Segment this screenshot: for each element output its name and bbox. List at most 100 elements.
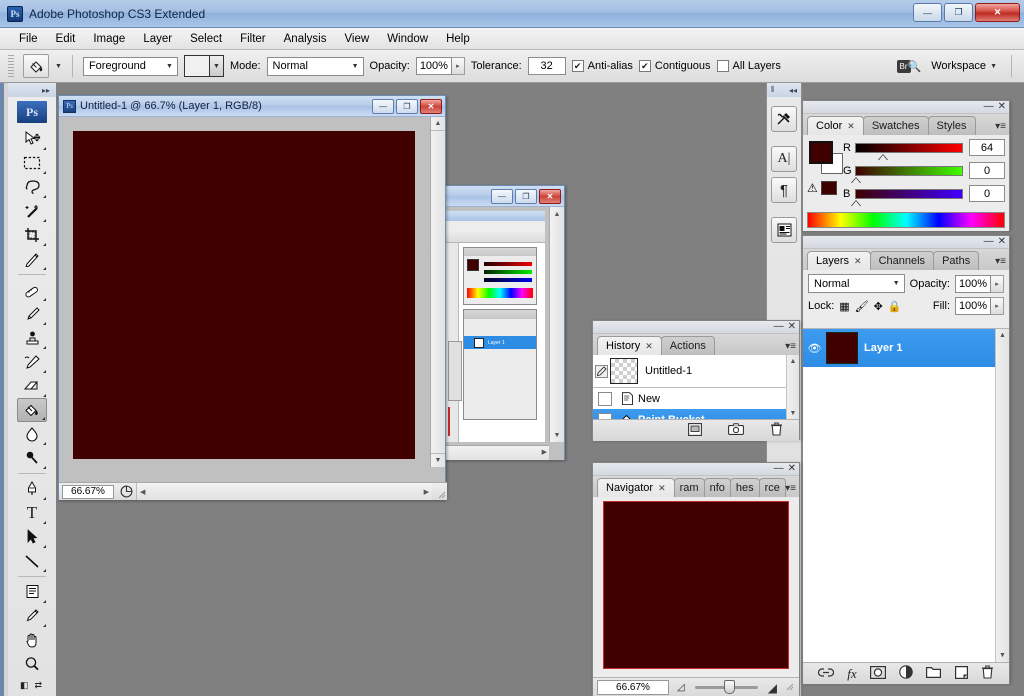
history-palette[interactable]: — ✕ History ✕ Actions ▾≡ Untitled-1 New … [592,320,800,441]
history-palette-menu-icon[interactable]: ▾≡ [785,341,796,352]
bg-doc-close-button[interactable]: ✕ [539,188,561,204]
navigator-palette-menu-icon[interactable]: ▾≡ [785,483,796,494]
tab-channels[interactable]: Channels [869,251,935,270]
history-snapshot-thumbnail[interactable] [610,358,638,384]
out-of-gamut-warning-icon[interactable]: ⚠ [807,181,818,195]
line-shape-tool[interactable] [17,549,47,573]
color-spectrum-ramp[interactable] [807,212,1005,228]
color-channel-b[interactable]: B 0 [843,185,1005,206]
blend-mode-select[interactable]: Normal ▼ [266,56,364,76]
channel-b-input[interactable]: 0 [969,185,1005,202]
paint-bucket-icon[interactable] [23,54,49,78]
bridge-button[interactable]: Br 🔍 [896,59,921,73]
magic-wand-tool[interactable] [17,199,47,223]
history-minimize-icon[interactable]: — [774,321,784,332]
tab-layers[interactable]: Layers ✕ [807,251,871,270]
close-button[interactable]: ✕ [975,3,1020,22]
menu-window[interactable]: Window [378,30,437,48]
doc-close-button[interactable]: ✕ [420,98,442,114]
minimize-button[interactable]: — [913,3,942,22]
scroll-down-icon[interactable]: ▼ [431,453,445,467]
tab-actions[interactable]: Actions [660,336,715,355]
layers-minimize-icon[interactable]: — [984,236,994,247]
document-zoom-input[interactable]: 66.67% [62,484,114,499]
layers-palette-menu-icon[interactable]: ▾≡ [995,256,1006,267]
antialias-checkbox[interactable]: ✔ Anti-alias [571,60,633,72]
color-minimize-icon[interactable]: — [984,101,994,112]
zoom-out-icon[interactable]: ◿ [677,682,685,693]
menu-select[interactable]: Select [181,30,231,48]
maximize-button[interactable]: ❐ [944,3,973,22]
color-foreground-swatch[interactable] [809,141,833,164]
pen-tool[interactable] [17,477,47,501]
menu-edit[interactable]: Edit [47,30,85,48]
dodge-tool[interactable] [17,446,47,470]
bg-doc-maximize-button[interactable]: ❐ [515,188,537,204]
scroll-up-icon[interactable]: ▲ [787,355,799,367]
layers-scrollbar[interactable]: ▲ ▼ [995,329,1009,662]
menu-view[interactable]: View [335,30,378,48]
layer-fill-stepper-icon[interactable]: ▸ [991,297,1004,315]
lasso-tool[interactable] [17,175,47,199]
scroll-right-icon[interactable]: ▶ [424,488,429,496]
lock-transparent-pixels-icon[interactable]: ▦ [839,300,849,313]
layer-opacity-input[interactable]: 100% [955,274,991,293]
layer-visibility-icon[interactable]: 👁 [806,342,823,355]
move-tool[interactable] [17,127,47,151]
menu-filter[interactable]: Filter [231,30,275,48]
menu-help[interactable]: Help [437,30,479,48]
menu-layer[interactable]: Layer [134,30,181,48]
contiguous-checkbox[interactable]: ✔ Contiguous [638,60,711,72]
layer-opacity-stepper-icon[interactable]: ▸ [991,274,1004,293]
color-sampler-tool[interactable] [17,604,47,628]
brush-tool[interactable] [17,302,47,326]
new-group-icon[interactable] [925,666,942,681]
color-channel-g[interactable]: G 0 [843,162,1005,183]
canvas-vscrollbar[interactable]: ▲ ▼ [430,117,445,467]
close-icon[interactable]: ✕ [645,341,653,352]
tolerance-input[interactable]: 32 [527,57,566,75]
menu-file[interactable]: File [10,30,47,48]
character-panel-icon[interactable]: A| [771,146,797,172]
channel-r-input[interactable]: 64 [969,139,1005,156]
opacity-input[interactable]: 100% [415,57,452,75]
history-state-checkbox[interactable] [598,391,612,406]
color-palette[interactable]: — ✕ Color ✕ Swatches Styles ▾≡ ⚠ R 64 G … [802,100,1010,231]
tab-histogram[interactable]: ram [673,478,705,497]
tab-history[interactable]: History ✕ [597,336,662,355]
pattern-chevron-icon[interactable]: ▼ [208,56,223,76]
history-snapshot-row[interactable]: Untitled-1 [593,355,799,388]
history-close-icon[interactable]: ✕ [788,321,796,332]
color-channel-r[interactable]: R 64 [843,139,1005,160]
screen-mode-icon[interactable]: ⇄ [35,680,43,691]
blur-tool[interactable] [17,422,47,446]
layer-blend-mode-select[interactable]: Normal ▼ [808,274,905,293]
tab-swatches[interactable]: Swatches [862,116,929,135]
layers-palette-titlebar[interactable]: — ✕ [803,236,1009,249]
tool-preset-chevron-icon[interactable]: ▼ [55,63,62,70]
tab-navigator[interactable]: Navigator ✕ [597,478,675,497]
healing-brush-tool[interactable] [17,278,47,302]
all-layers-checkbox[interactable]: All Layers [716,60,781,72]
menu-image[interactable]: Image [84,30,134,48]
scroll-down-icon[interactable]: ▼ [787,407,799,419]
zoom-tool[interactable] [17,652,47,676]
new-document-from-state-icon[interactable] [688,422,702,439]
path-selection-tool[interactable] [17,525,47,549]
navigator-minimize-icon[interactable]: — [774,463,784,474]
scroll-up-icon[interactable]: ▲ [431,117,445,131]
notes-tool[interactable] [17,580,47,604]
opacity-control[interactable]: 100% ▸ [415,57,465,75]
navigator-zoom-input[interactable]: 66.67% [597,680,669,695]
paragraph-panel-icon[interactable]: ¶ [771,177,797,203]
marquee-tool[interactable] [17,151,47,175]
new-snapshot-icon[interactable] [728,423,744,438]
history-palette-titlebar[interactable]: — ✕ [593,321,799,334]
layer-styles-icon[interactable]: fx [847,666,856,682]
tab-paths[interactable]: Paths [933,251,980,270]
layers-close-icon[interactable]: ✕ [998,236,1006,247]
options-bar-grip[interactable] [8,55,14,77]
toolbox-collapse-button[interactable]: ▸▸ [8,83,56,97]
document-info-icon[interactable] [116,484,136,500]
table-row[interactable]: 👁 Layer 1 [803,329,1009,367]
